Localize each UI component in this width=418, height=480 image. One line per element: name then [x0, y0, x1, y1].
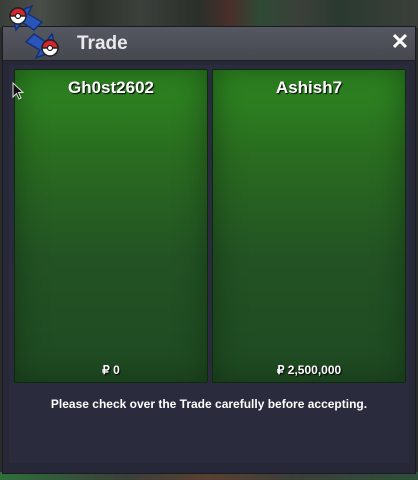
currency-icon: ₽	[276, 363, 285, 377]
trade-panel-self[interactable]: Gh0st2602 ₽ 0	[14, 69, 208, 383]
player-name-left: Gh0st2602	[68, 78, 154, 97]
money-value-right: 2,500,000	[287, 363, 342, 377]
player-name-right: Ashish7	[275, 78, 343, 97]
mouse-cursor-icon	[12, 82, 24, 100]
trade-notice: Please check over the Trade carefully be…	[50, 397, 368, 411]
trade-swap-pokeball-icon	[9, 4, 59, 60]
money-left: ₽ 0	[15, 363, 207, 377]
money-value-left: 0	[113, 363, 120, 377]
trade-content: Gh0st2602 ₽ 0 Ashish7 ₽ 2,500,000 Please…	[9, 65, 409, 463]
money-right: ₽ 2,500,000	[213, 363, 405, 377]
trade-panel-partner[interactable]: Ashish7 ₽ 2,500,000	[212, 69, 406, 383]
trade-window: Trade ✕ Gh0st2602 ₽ 0 Ashish7 ₽ 2,500,00…	[2, 26, 416, 474]
currency-icon: ₽	[102, 363, 110, 377]
close-icon[interactable]: ✕	[389, 31, 411, 53]
window-title: Trade	[77, 33, 128, 54]
